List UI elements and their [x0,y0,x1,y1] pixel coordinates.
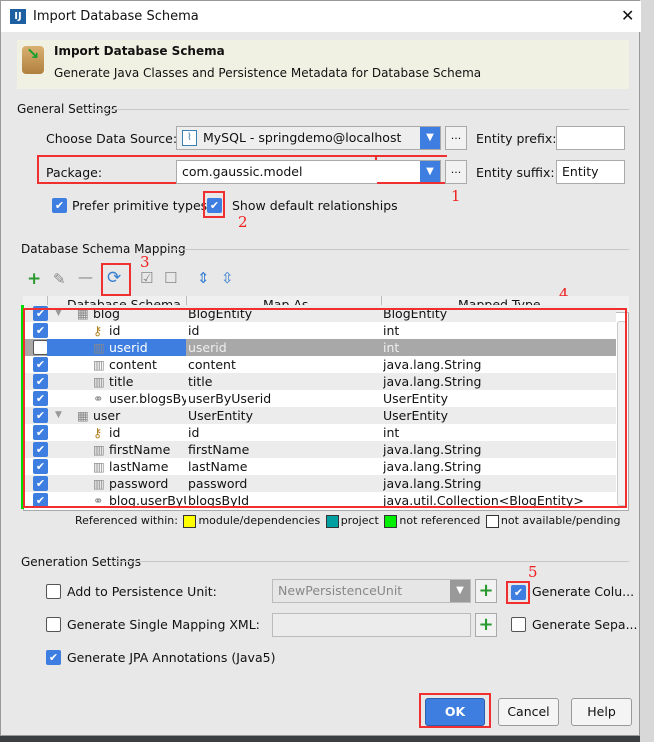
show-default-relationships-label: Show default relationships [232,198,398,213]
generate-jpa-label: Generate JPA Annotations (Java5) [67,650,276,665]
entity-prefix-input[interactable] [556,126,625,150]
legend-swatch-yellow [183,514,197,528]
legend-item: module/dependencies [198,514,321,527]
generate-separate-checkbox[interactable] [511,617,526,632]
persistence-unit-select[interactable]: NewPersistenceUnit ▼ [272,579,471,603]
divider [171,249,629,250]
add-persistence-unit-button[interactable]: + [475,579,497,603]
entity-prefix-label: Entity prefix: [476,131,557,146]
divider [89,109,629,110]
legend-swatch-white [485,514,499,528]
help-button[interactable]: Help [571,698,632,726]
legend-swatch-green [384,514,398,528]
package-browse-button[interactable]: ... [445,160,467,184]
generate-separate-label: Generate Sepa... [532,617,638,632]
entity-suffix-input[interactable]: Entity [556,160,625,184]
legend-label: Referenced within: [75,514,178,527]
collapse-all-icon[interactable]: ⇳ [221,269,234,287]
package-value: com.gaussic.model [182,164,303,179]
uncheck-all-icon[interactable]: ☐ [164,269,177,287]
expand-all-icon[interactable]: ⇕ [197,269,210,287]
mapping-xml-input[interactable] [272,613,471,637]
entity-suffix-label: Entity suffix: [476,165,555,180]
prefer-primitive-checkbox[interactable]: ✔ [52,198,67,213]
remove-icon[interactable]: — [78,268,93,286]
annotation-5: 5 [528,563,538,581]
mapping-heading: Database Schema Mapping [21,242,186,256]
prefer-primitive-label: Prefer primitive types [72,198,208,213]
datasource-browse-button[interactable]: ... [445,126,467,150]
generate-jpa-checkbox[interactable]: ✔ [46,650,61,665]
database-import-icon: ↘ [22,44,44,74]
add-persistence-checkbox[interactable] [46,584,61,599]
annotation-2: 2 [238,213,248,231]
divider [111,561,629,562]
add-mapping-xml-button[interactable]: + [475,613,497,637]
banner-subtitle: Generate Java Classes and Persistence Me… [54,66,482,80]
ok-button[interactable]: OK [425,698,485,726]
add-persistence-label: Add to Persistence Unit: [67,584,217,599]
generation-settings-heading: Generation Settings [21,555,141,569]
close-button[interactable]: ✕ [621,6,634,25]
edit-pencil-icon[interactable]: ✎ [53,270,66,288]
generate-column-checkbox[interactable]: ✔ [511,585,526,600]
intellij-logo-icon: IJ [10,9,26,24]
window-title: Import Database Schema [33,9,199,24]
package-label: Package: [46,165,103,180]
import-schema-dialog: IJ Import Database Schema ✕ ↘ Import Dat… [0,0,641,736]
show-default-relationships-checkbox[interactable]: ✔ [207,198,222,213]
generate-column-label: Generate Colu... [532,584,635,599]
legend-item: not referenced [399,514,481,527]
legend-item: not available/pending [500,514,621,527]
mysql-icon: ⌇ [182,130,197,146]
banner: ↘ Import Database Schema Generate Java C… [17,40,629,89]
legend-swatch-teal [325,514,339,528]
banner-title: Import Database Schema [54,44,225,58]
cancel-button[interactable]: Cancel [498,698,559,726]
annotation-1: 1 [451,187,461,205]
chevron-down-icon[interactable]: ▼ [450,580,470,602]
background-ide [640,0,654,742]
title-bar: IJ Import Database Schema ✕ [1,1,641,32]
annotation-box-4 [23,308,627,508]
datasource-select[interactable]: ⌇ MySQL - springdemo@localhost ▼ [176,126,441,150]
single-mapping-xml-checkbox[interactable] [46,617,61,632]
legend: Referenced within: module/dependencies p… [75,514,621,528]
refresh-icon[interactable]: ⟳ [107,268,121,288]
check-all-icon[interactable]: ☑ [140,269,153,287]
persistence-unit-value: NewPersistenceUnit [278,583,403,598]
chevron-down-icon[interactable]: ▼ [420,127,440,149]
datasource-label: Choose Data Source: [46,131,178,146]
datasource-value: MySQL - springdemo@localhost [203,130,402,145]
single-mapping-xml-label: Generate Single Mapping XML: [67,617,260,632]
legend-item: project [340,514,379,527]
annotation-box-1-ext [377,155,447,184]
add-icon[interactable]: + [27,269,41,289]
